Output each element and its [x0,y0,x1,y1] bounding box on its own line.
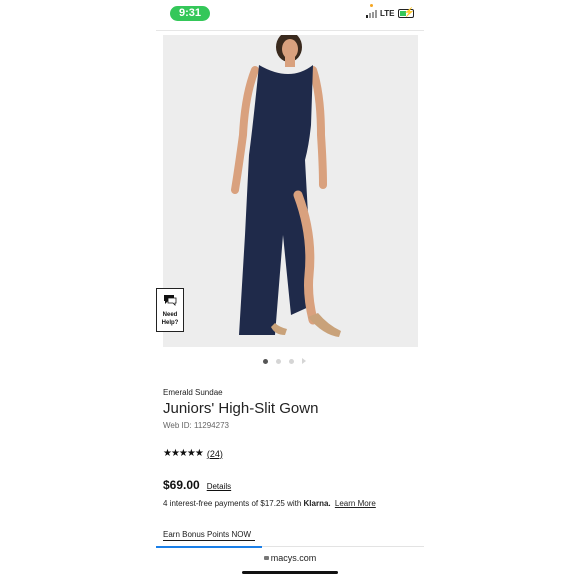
lock-icon [263,556,269,560]
product-web-id: Web ID: 11294273 [163,421,229,430]
location-indicator [370,4,373,7]
network-label: LTE [380,9,395,18]
klarna-payments: 4 interest-free payments of $17.25 with … [163,499,376,508]
need-help-line1: Need [162,312,178,318]
earn-bonus-points-link[interactable]: Earn Bonus Points NOW [163,530,251,539]
review-count-link[interactable]: (24) [207,449,223,459]
home-indicator[interactable] [242,571,338,574]
product-image[interactable] [163,35,418,347]
battery-icon: ⚡ [397,7,415,18]
carousel-dot-3[interactable] [289,358,294,364]
rating-stars-icon: ★★★★★ [163,448,204,459]
header-divider [156,30,424,31]
product-brand[interactable]: Emerald Sundae [163,388,223,397]
signal-icon [366,9,377,18]
browser-url: macys.com [270,553,317,563]
klarna-learn-more-link[interactable]: Learn More [335,499,376,508]
need-help-button[interactable]: Need Help? [156,288,184,332]
product-price: $69.00 [163,478,200,492]
klarna-text: 4 interest-free payments of $17.25 with [163,499,302,508]
page-load-progress [156,545,424,548]
price-row: $69.00 Details [163,478,231,492]
earn-link-underline [163,540,255,541]
status-time: 9:31 [170,6,210,21]
klarna-brand: Klarna. [303,499,331,508]
product-title: Juniors' High-Slit Gown [163,400,319,417]
browser-url-bar[interactable]: macys.com [0,553,580,563]
carousel-dot-1[interactable] [263,358,268,364]
carousel-next-icon[interactable] [302,358,306,364]
carousel-indicator[interactable] [263,358,306,364]
model-in-gown-image [163,35,418,347]
carousel-dot-2[interactable] [276,358,281,364]
price-details-link[interactable]: Details [207,482,231,491]
status-icons: LTE ⚡ [366,7,415,18]
chat-icon [164,295,177,306]
need-help-line2: Help? [161,320,179,326]
product-rating[interactable]: ★★★★★ (24) [163,448,223,459]
